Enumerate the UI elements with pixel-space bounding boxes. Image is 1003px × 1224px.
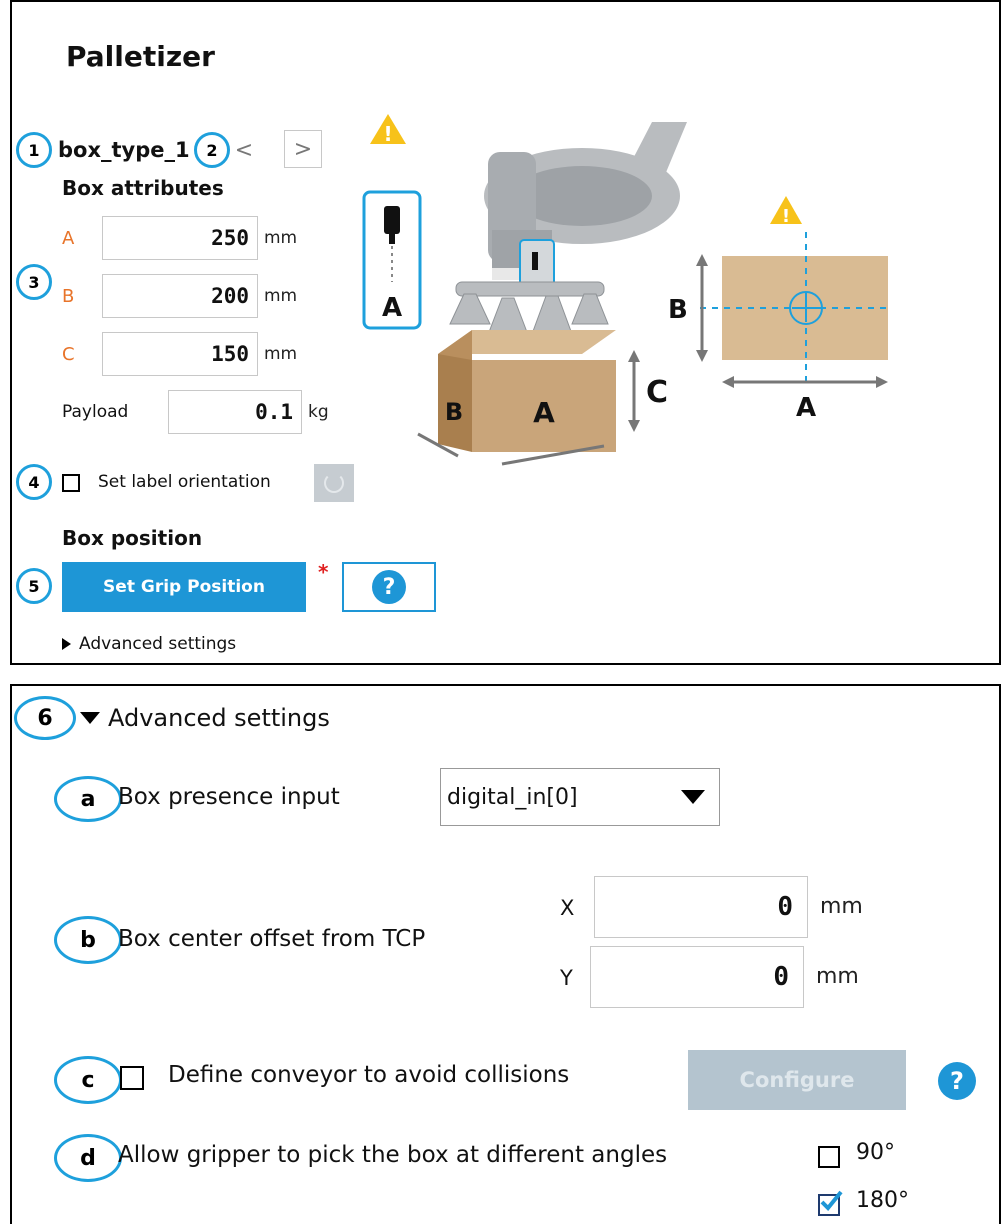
- dim-c-input[interactable]: 150: [102, 332, 258, 376]
- advanced-settings-heading: Advanced settings: [108, 704, 330, 732]
- dim-b-unit: mm: [264, 286, 298, 306]
- palletizer-panel: Palletizer 1 box_type_1 2 < > Box attrib…: [10, 0, 1001, 665]
- dim-b-label: B: [62, 286, 75, 307]
- box-height-label: C: [646, 375, 668, 410]
- angle-180-checkbox[interactable]: [818, 1190, 843, 1216]
- offset-y-label: Y: [560, 966, 573, 990]
- box-presence-select-value: digital_in[0]: [447, 784, 578, 810]
- advanced-settings-toggle[interactable]: Advanced settings: [62, 632, 236, 656]
- required-marker: *: [318, 560, 329, 584]
- box-face-front-label: A: [533, 396, 555, 429]
- warning-icon-glyph: !: [383, 122, 392, 146]
- box-type-name: box_type_1: [58, 138, 190, 162]
- callout-6: 6: [14, 696, 76, 740]
- callout-a: a: [54, 776, 122, 822]
- callout-3: 3: [16, 264, 52, 300]
- callout-c: c: [54, 1056, 122, 1104]
- box-presence-select[interactable]: digital_in[0]: [440, 768, 720, 826]
- callout-4: 4: [16, 464, 52, 500]
- box-illustration: ! A B A C ! B A: [362, 114, 892, 466]
- page-title: Palletizer: [66, 40, 215, 73]
- prev-box-type-button[interactable]: <: [230, 132, 258, 168]
- top-view-side-label: B: [668, 295, 688, 325]
- angle-180-label: 180°: [856, 1188, 909, 1213]
- callout-b: b: [54, 916, 122, 964]
- callout-2: 2: [194, 132, 230, 168]
- offset-y-input[interactable]: 0: [590, 946, 804, 1008]
- help-icon: ?: [372, 570, 406, 604]
- label-orientation-label: Set label orientation: [98, 472, 271, 492]
- configure-conveyor-button[interactable]: Configure: [688, 1050, 906, 1110]
- tool-icon: [384, 206, 400, 234]
- offset-x-input[interactable]: 0: [594, 876, 808, 938]
- payload-input[interactable]: 0.1: [168, 390, 302, 434]
- callout-5: 5: [16, 568, 52, 604]
- checkmark-icon: [820, 1190, 843, 1211]
- grip-help-button[interactable]: ?: [342, 562, 436, 612]
- triangle-right-icon: [62, 638, 71, 650]
- dim-c-label: C: [62, 344, 75, 365]
- dim-a-label: A: [62, 228, 75, 249]
- box-attributes-heading: Box attributes: [62, 176, 224, 200]
- rotate-icon: [324, 473, 344, 493]
- angle-90-checkbox[interactable]: [818, 1146, 840, 1168]
- box-position-heading: Box position: [62, 526, 203, 550]
- next-box-type-button[interactable]: >: [284, 130, 322, 168]
- dim-c-unit: mm: [264, 344, 298, 364]
- offset-x-unit: mm: [820, 894, 863, 919]
- set-grip-position-button[interactable]: Set Grip Position: [62, 562, 306, 612]
- callout-d: d: [54, 1134, 122, 1182]
- dim-a-input[interactable]: 250: [102, 216, 258, 260]
- conveyor-label: Define conveyor to avoid collisions: [168, 1062, 570, 1088]
- advanced-settings-header[interactable]: Advanced settings: [80, 700, 330, 736]
- angle-90-label: 90°: [856, 1140, 895, 1165]
- dim-b-input[interactable]: 200: [102, 274, 258, 318]
- dim-a-unit: mm: [264, 228, 298, 248]
- payload-label: Payload: [62, 402, 129, 422]
- label-orientation-checkbox[interactable]: [62, 474, 80, 492]
- conveyor-help-icon[interactable]: ?: [938, 1062, 976, 1100]
- box-center-offset-label: Box center offset from TCP: [118, 926, 426, 952]
- top-view-warning-glyph: !: [782, 206, 790, 227]
- triangle-down-icon: [80, 712, 100, 724]
- box-face-left-label: B: [445, 398, 463, 426]
- angles-label: Allow gripper to pick the box at differe…: [118, 1142, 668, 1168]
- conveyor-checkbox[interactable]: [120, 1066, 144, 1090]
- callout-1: 1: [16, 132, 52, 168]
- tool-card-label: A: [382, 293, 402, 323]
- rotate-label-button[interactable]: [314, 464, 354, 502]
- payload-unit: kg: [308, 402, 329, 422]
- advanced-settings-panel: 6 Advanced settings a Box presence input…: [10, 684, 1001, 1224]
- offset-x-label: X: [560, 896, 575, 920]
- advanced-settings-toggle-label: Advanced settings: [79, 634, 237, 654]
- top-view-bottom-label: A: [796, 393, 816, 423]
- offset-y-unit: mm: [816, 964, 859, 989]
- box-presence-label: Box presence input: [118, 784, 340, 810]
- chevron-down-icon: [681, 790, 705, 804]
